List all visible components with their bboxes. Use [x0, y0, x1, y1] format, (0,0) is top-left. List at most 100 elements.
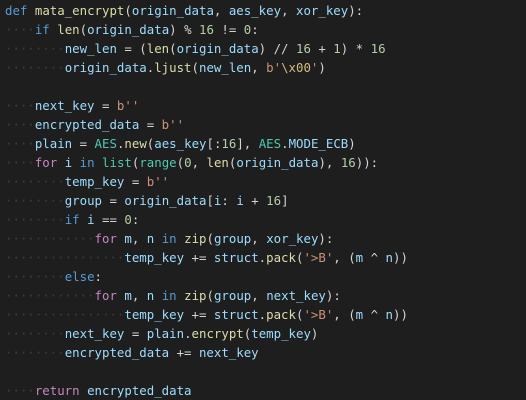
indent-guide: ················ [5, 250, 125, 265]
code-token: MODE_ECB [288, 136, 349, 151]
code-token: 1 [333, 41, 341, 56]
code-token: def [5, 3, 28, 18]
code-token: next_key [64, 326, 125, 341]
code-token: , ( [333, 307, 356, 322]
code-line[interactable]: ········group = origin_data[i: i + 16] [5, 191, 289, 210]
code-token: ^ [363, 307, 386, 322]
code-token: ) * [340, 41, 371, 56]
code-line[interactable]: ················temp_key += struct.pack(… [5, 248, 408, 267]
indent-guide: ········ [5, 326, 65, 341]
code-token: ( [191, 60, 199, 75]
code-token: b' [266, 60, 282, 75]
code-line[interactable]: ················temp_key += struct.pack(… [5, 305, 408, 324]
code-token: b'' [161, 117, 185, 132]
code-token: , [251, 288, 267, 303]
code-token: + [310, 41, 334, 56]
code-line[interactable]: ············for m, n in zip(group, xor_k… [5, 229, 333, 248]
code-line[interactable]: ········next_key = plain.encrypt(temp_ke… [5, 324, 318, 343]
code-token: , [213, 3, 229, 18]
code-token: , [281, 3, 296, 18]
code-token: += [184, 307, 214, 322]
code-line[interactable]: ····plain = AES.new(aes_key[:16], AES.MO… [5, 134, 356, 153]
code-token: for [34, 155, 58, 170]
code-token: new [124, 136, 147, 151]
code-token: temp_key [124, 250, 185, 265]
indent-guide: ········ [5, 345, 65, 360]
code-token: )) [393, 250, 408, 265]
code-token: ) [348, 136, 356, 151]
code-token: encrypted_data [64, 345, 170, 360]
code-token: ( [206, 231, 214, 246]
code-token: plain [146, 326, 185, 341]
code-token: origin_data [124, 193, 207, 208]
code-token: ( [176, 155, 185, 170]
code-line[interactable]: ····if len(origin_data) % 16 != 0: [5, 20, 259, 39]
indent-guide: ········ [5, 193, 65, 208]
code-token: = [94, 98, 117, 113]
code-line[interactable]: def mata_encrypt(origin_data, aes_key, x… [5, 1, 363, 20]
code-token: encrypted_data [87, 383, 192, 398]
code-token: next_key [266, 288, 326, 303]
code-token: ) [310, 326, 319, 341]
code-token: group [213, 288, 252, 303]
code-token: len [206, 155, 229, 170]
code-token: ): [325, 288, 341, 303]
code-token: group [64, 193, 102, 208]
code-token: aes_key [154, 136, 207, 151]
code-line[interactable]: ····return encrypted_data [5, 381, 192, 400]
code-token: i [87, 212, 95, 227]
code-token: if [64, 212, 80, 227]
code-editor[interactable]: def mata_encrypt(origin_data, aes_key, x… [0, 0, 526, 400]
code-line[interactable]: ············for m, n in zip(group, next_… [5, 286, 341, 305]
code-token: ) [318, 60, 326, 75]
code-line[interactable]: ········new_len = (len(origin_data) // 1… [5, 39, 386, 58]
code-token: xor_key [266, 231, 319, 246]
code-token: group [213, 231, 252, 246]
code-token: , [251, 231, 267, 246]
code-token: next_key [34, 98, 95, 113]
code-line[interactable]: ········origin_data.ljust(new_len, b'\x0… [5, 58, 326, 77]
code-token: AES [258, 136, 282, 151]
code-token: . [258, 307, 267, 322]
code-line[interactable]: ····next_key = b'' [5, 96, 139, 115]
indent-guide: ········ [5, 41, 65, 56]
code-token: zip [184, 231, 207, 246]
code-token: )): [355, 155, 379, 170]
code-token: encrypted_data [34, 117, 140, 132]
code-token: . [281, 136, 289, 151]
code-line[interactable]: ········temp_key = b'' [5, 172, 169, 191]
code-token: for [94, 288, 117, 303]
code-token: m [124, 288, 132, 303]
code-token: ljust [154, 60, 192, 75]
code-token: for [94, 231, 117, 246]
code-token: : [221, 193, 237, 208]
code-token: temp_key [124, 307, 185, 322]
code-token: n [385, 307, 393, 322]
code-line[interactable]: ········if i == 0: [5, 210, 139, 229]
code-token: += [169, 345, 199, 360]
code-line[interactable]: ········else: [5, 267, 102, 286]
code-token: return [34, 383, 80, 398]
code-line[interactable]: ········encrypted_data += next_key [5, 343, 259, 362]
indent-guide: ···· [5, 136, 35, 151]
code-token: = ( [116, 41, 147, 56]
code-token: 16 [340, 155, 356, 170]
code-token: ^ [363, 250, 386, 265]
code-token: 16 [370, 41, 386, 56]
code-token: temp_key [64, 174, 125, 189]
code-line[interactable]: ····encrypted_data = b'' [5, 115, 184, 134]
code-token: : [251, 22, 259, 37]
code-token: range [139, 155, 177, 170]
code-line[interactable]: ····for i in list(range(0, len(origin_da… [5, 153, 378, 172]
code-token: 16 [199, 22, 214, 37]
code-token: next_key [198, 345, 259, 360]
code-token: 0 [184, 155, 192, 170]
code-token: origin_data [131, 3, 214, 18]
indent-guide: ············ [5, 288, 95, 303]
code-token: AES [94, 136, 117, 151]
